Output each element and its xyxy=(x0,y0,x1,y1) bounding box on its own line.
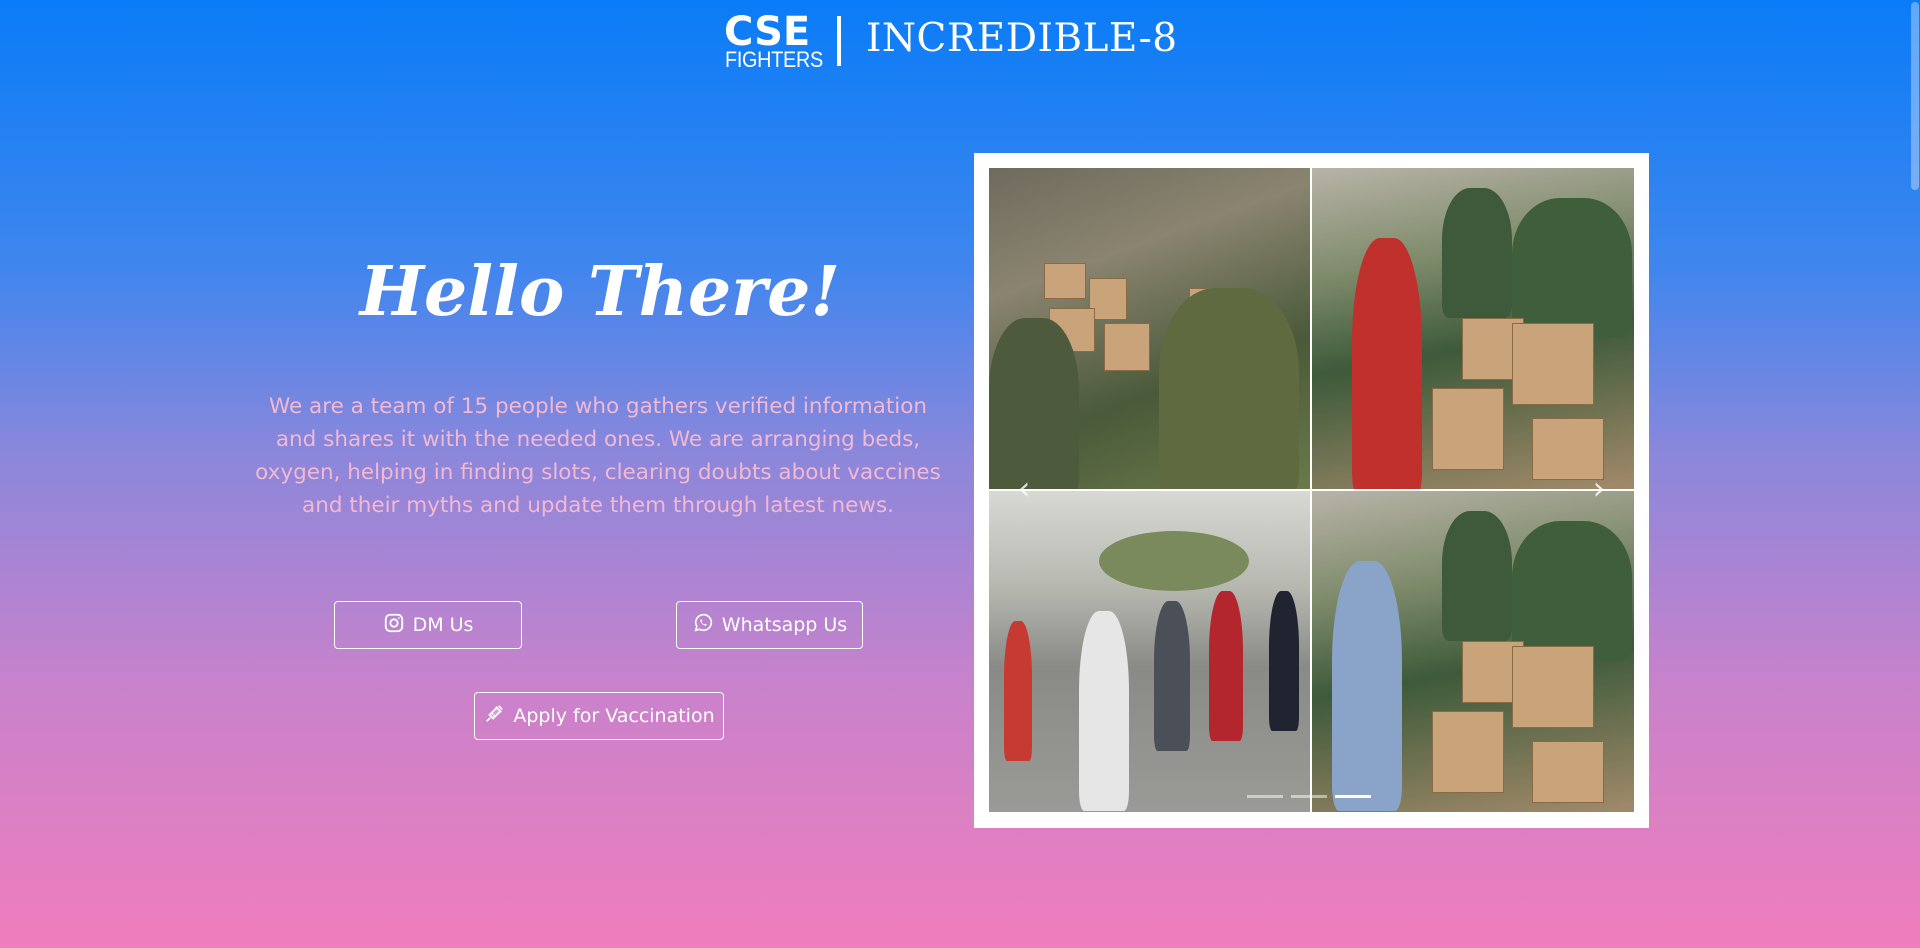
relief-photo-food-distribution xyxy=(1312,168,1634,489)
relief-photo-queue xyxy=(989,491,1311,812)
scrollbar-thumb[interactable] xyxy=(1911,2,1919,190)
carousel-indicator-1[interactable] xyxy=(1247,795,1283,798)
carousel-indicator-3[interactable] xyxy=(1335,795,1371,798)
chevron-right-icon: › xyxy=(1592,469,1606,507)
carousel-next-button[interactable]: › xyxy=(1579,468,1619,508)
carousel-indicators xyxy=(1247,795,1371,798)
brand-title: INCREDIBLE-8 xyxy=(866,16,1178,61)
relief-photo-handover xyxy=(1312,491,1634,812)
syringe-icon xyxy=(483,703,505,730)
logo-bottom-text: FIGHTERS xyxy=(725,47,823,72)
dm-us-button[interactable]: DM Us xyxy=(334,601,522,649)
apply-vaccination-button[interactable]: Apply for Vaccination xyxy=(474,692,724,740)
hero-description: We are a team of 15 people who gathers v… xyxy=(255,394,941,518)
carousel-indicator-2[interactable] xyxy=(1291,795,1327,798)
relief-photo-truck xyxy=(989,168,1311,489)
apply-vaccination-label: Apply for Vaccination xyxy=(513,705,715,727)
photo-carousel: ‹ › xyxy=(974,153,1649,828)
carousel-slide: ‹ › xyxy=(989,168,1634,813)
chevron-left-icon: ‹ xyxy=(1017,469,1031,507)
page-scrollbar[interactable] xyxy=(1910,0,1920,948)
whatsapp-us-button[interactable]: Whatsapp Us xyxy=(676,601,863,649)
whatsapp-icon xyxy=(692,612,714,639)
carousel-prev-button[interactable]: ‹ xyxy=(1004,468,1044,508)
site-header: CSE FIGHTERS INCREDIBLE-8 xyxy=(0,0,1920,82)
brand-divider xyxy=(837,16,841,66)
dm-us-label: DM Us xyxy=(412,614,474,636)
whatsapp-us-label: Whatsapp Us xyxy=(721,614,848,636)
instagram-icon xyxy=(383,612,405,639)
cse-fighters-logo[interactable]: CSE FIGHTERS xyxy=(724,10,823,72)
hero-heading: Hello There! xyxy=(359,252,841,332)
